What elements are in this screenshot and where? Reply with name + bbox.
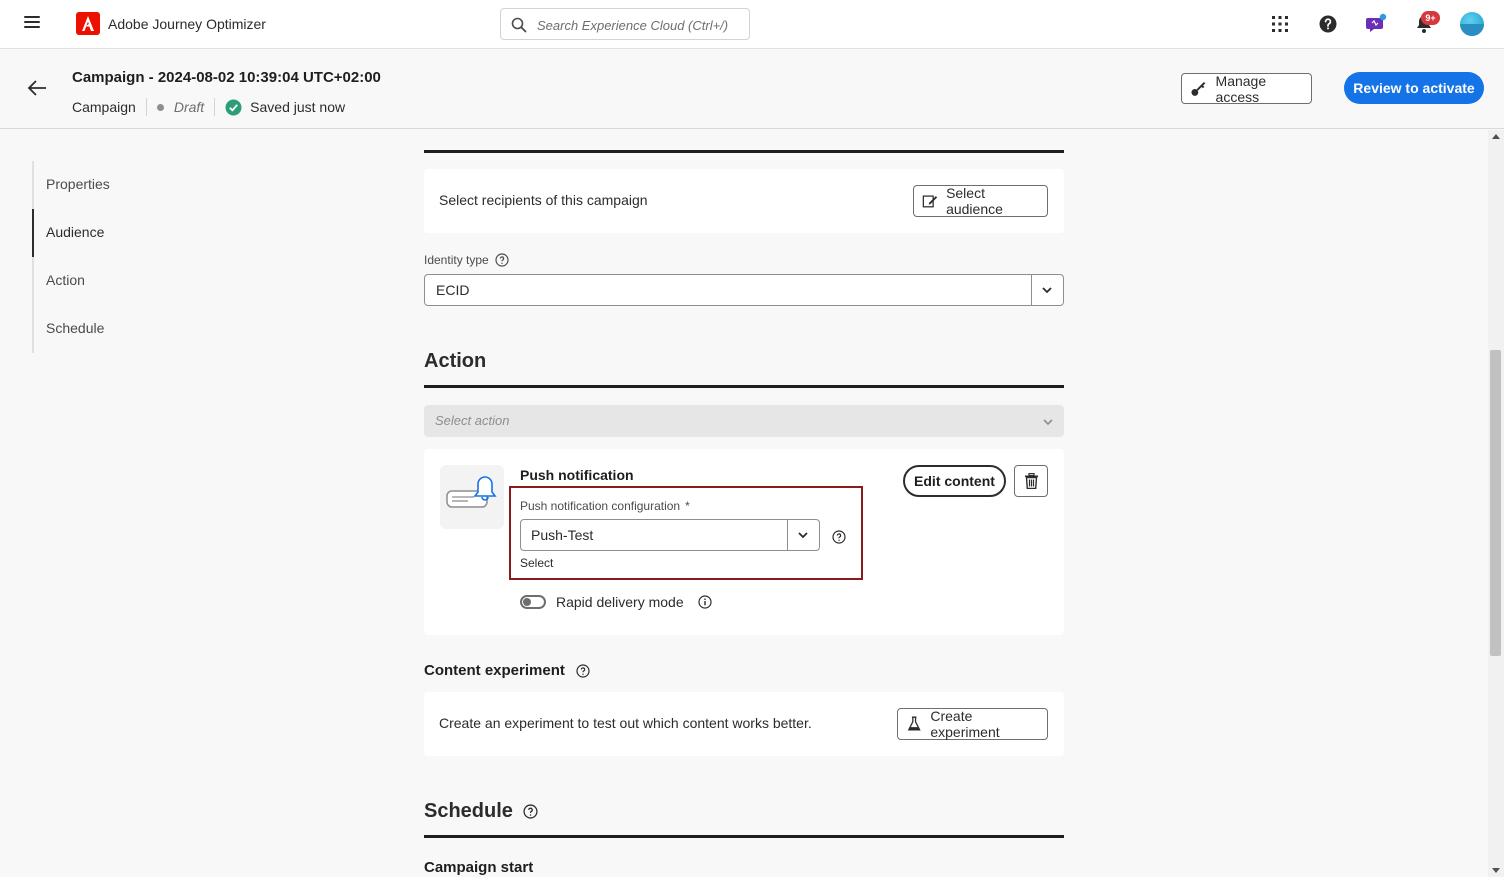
content-experiment-heading: Content experiment	[424, 662, 590, 679]
chevron-down-icon	[1042, 287, 1052, 294]
push-notification-icon	[446, 476, 497, 508]
check-circle-icon	[225, 99, 242, 115]
chevron-down-icon	[1043, 419, 1053, 426]
identity-type-value: ECID	[436, 282, 470, 298]
apps-grid-icon[interactable]	[1268, 12, 1292, 36]
flask-icon	[907, 716, 921, 731]
select-audience-button[interactable]: Select audience	[913, 185, 1048, 217]
notification-badge: 9+	[1421, 11, 1440, 25]
hamburger-menu-icon[interactable]	[24, 16, 40, 30]
campaign-type-label: Campaign	[72, 99, 136, 115]
select-audience-label: Select audience	[946, 185, 1003, 217]
manage-access-button[interactable]: Manage access	[1181, 72, 1312, 105]
push-config-value: Push-Test	[531, 527, 594, 543]
manage-access-label: Manage access	[1215, 72, 1267, 105]
nav-item-audience[interactable]: Audience	[46, 224, 104, 240]
save-status: Saved just now	[250, 99, 346, 115]
help-icon[interactable]	[1316, 12, 1340, 36]
scroll-thumb[interactable]	[1490, 350, 1501, 656]
scrollbar[interactable]	[1488, 130, 1504, 877]
edit-icon	[922, 195, 938, 208]
audience-divider	[424, 150, 1064, 153]
content-experiment-heading-text: Content experiment	[424, 662, 565, 679]
action-heading-text: Action	[424, 350, 487, 372]
push-config-select[interactable]: Push-Test	[520, 519, 820, 551]
push-config-label: Push notification configuration *	[520, 499, 690, 513]
divider	[214, 98, 216, 116]
divider	[145, 98, 147, 116]
trash-icon	[1025, 473, 1038, 489]
search-input[interactable]	[537, 15, 742, 35]
push-config-label-text: Push notification configuration	[520, 499, 681, 513]
rapid-delivery-toggle[interactable]	[520, 595, 546, 609]
select-action-placeholder: Select action	[435, 413, 510, 428]
breadcrumb: Campaign Draft Saved just now	[72, 98, 345, 116]
nav-active-indicator	[32, 209, 34, 257]
help-icon[interactable]	[523, 804, 538, 819]
content-experiment-card: Create an experiment to test out which c…	[424, 692, 1064, 756]
identity-type-label: Identity type	[424, 253, 509, 267]
push-notification-title: Push notification	[520, 467, 634, 483]
adobe-logo[interactable]	[76, 12, 100, 35]
create-experiment-button[interactable]: Create experiment	[897, 708, 1048, 740]
nav-item-schedule[interactable]: Schedule	[46, 320, 104, 336]
avatar[interactable]	[1460, 12, 1484, 36]
rapid-delivery-text: Rapid delivery mode	[556, 594, 684, 610]
status-dot-icon	[156, 103, 164, 111]
back-arrow-icon[interactable]	[26, 77, 48, 99]
section-nav: Properties Audience Action Schedule	[32, 161, 232, 353]
search-bar[interactable]	[500, 8, 750, 40]
help-icon[interactable]	[832, 530, 846, 544]
top-bar: Adobe Journey Optimizer 9+	[0, 0, 1504, 49]
scroll-down-icon[interactable]	[1492, 868, 1500, 873]
info-icon[interactable]	[698, 595, 712, 609]
identity-type-text: Identity type	[424, 253, 489, 267]
push-config-dropdown-button[interactable]	[787, 520, 819, 550]
help-icon[interactable]	[495, 253, 509, 267]
campaign-start-label: Campaign start	[424, 859, 534, 876]
chevron-down-icon	[798, 532, 808, 539]
action-heading: Action	[424, 350, 486, 373]
nav-item-properties[interactable]: Properties	[46, 176, 110, 192]
campaign-header: Campaign - 2024-08-02 10:39:04 UTC+02:00…	[0, 49, 1504, 129]
push-notification-thumbnail	[440, 465, 504, 529]
create-experiment-label: Create experiment	[930, 708, 1000, 740]
chat-assistant-icon[interactable]	[1364, 12, 1388, 36]
identity-type-select[interactable]: ECID	[424, 274, 1064, 306]
nav-item-action[interactable]: Action	[46, 272, 85, 288]
schedule-heading-text: Schedule	[424, 800, 513, 822]
help-icon[interactable]	[576, 663, 590, 678]
required-indicator: *	[685, 499, 690, 513]
experiment-description: Create an experiment to test out which c…	[439, 715, 812, 731]
recipients-text: Select recipients of this campaign	[439, 192, 648, 208]
edit-content-button[interactable]: Edit content	[903, 465, 1006, 497]
push-config-helper-text: Select	[520, 556, 554, 570]
key-icon	[1191, 81, 1206, 96]
delete-action-button[interactable]	[1014, 465, 1048, 497]
action-divider	[424, 385, 1064, 388]
select-action-dropdown: Select action	[424, 405, 1064, 437]
schedule-divider	[424, 835, 1064, 838]
scroll-up-icon[interactable]	[1492, 134, 1500, 139]
search-icon	[511, 17, 527, 33]
app-name[interactable]: Adobe Journey Optimizer	[108, 16, 266, 32]
schedule-heading: Schedule	[424, 800, 538, 823]
status-badge: Draft	[173, 99, 205, 115]
review-to-activate-button[interactable]: Review to activate	[1344, 72, 1484, 104]
page-title: Campaign - 2024-08-02 10:39:04 UTC+02:00	[72, 69, 381, 86]
rapid-delivery-label: Rapid delivery mode	[556, 594, 712, 610]
identity-type-dropdown-button[interactable]	[1031, 275, 1063, 305]
audience-card: Select recipients of this campaign Selec…	[424, 169, 1064, 233]
